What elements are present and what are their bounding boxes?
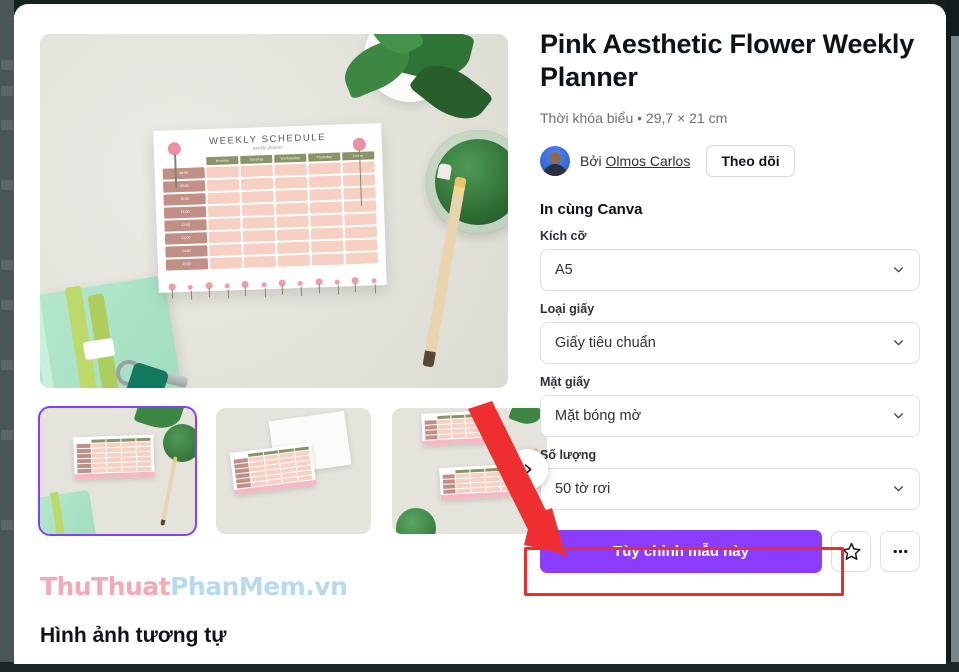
gallery-next-button[interactable]: [507, 449, 548, 490]
planner-sheet: WEEKLY SCHEDULE · weekly planner · Monda…: [153, 123, 387, 293]
chevron-right-icon: [524, 464, 532, 475]
byline-prefix: Bởi: [580, 152, 606, 169]
planner-time-cell: 12:00: [164, 219, 207, 232]
finish-select[interactable]: Mặt bóng mờ: [540, 394, 920, 437]
more-options-button[interactable]: [880, 530, 920, 572]
planner-time-cell: 13:00: [164, 232, 208, 245]
print-section-heading: In cùng Canva: [540, 200, 643, 218]
ellipsis-icon: [893, 549, 907, 554]
planner-time-cell: 11:00: [163, 206, 207, 219]
planner-day-header: Monday: [206, 156, 239, 166]
hero-image[interactable]: WEEKLY SCHEDULE · weekly planner · Monda…: [40, 34, 508, 388]
watermark-part1: ThuThuat: [40, 572, 171, 601]
author-row: Bởi Olmos Carlos Theo dõi: [540, 144, 920, 177]
site-watermark: ThuThuatPhanMem.vn: [40, 572, 348, 601]
paper-type-select-value: Giấy tiêu chuẩn: [555, 334, 656, 351]
thumbnail-planner: [421, 410, 497, 446]
quantity-select[interactable]: 50 tờ rơi: [540, 467, 920, 510]
planner-day-header: Thursday: [308, 152, 341, 162]
size-select[interactable]: A5: [540, 248, 920, 291]
follow-button[interactable]: Theo dõi: [706, 144, 795, 177]
planner-time-cell: 14:00: [165, 245, 208, 258]
thumbnail-1[interactable]: [216, 408, 371, 534]
quantity-select-value: 50 tờ rơi: [555, 480, 611, 497]
size-select-value: A5: [555, 261, 573, 278]
browser-right-chrome: [946, 0, 959, 672]
planner-time-cell: 15:00: [165, 258, 209, 271]
watermark-part2: PhanMem.vn: [170, 572, 348, 601]
product-subtitle: Thời khóa biểu • 29,7 × 21 cm: [540, 109, 728, 126]
customize-template-button[interactable]: Tùy chỉnh mẫu này: [540, 529, 822, 573]
thumbnail-0[interactable]: [38, 406, 197, 536]
browser-left-chrome: [0, 0, 14, 672]
planner-grid: Monday Tuesday Wednesday Thursday Friday…: [162, 151, 378, 271]
thumbnail-planner: [73, 434, 155, 480]
page-title: Pink Aesthetic Flower Weekly Planner: [540, 29, 915, 92]
planner-time-cell: 08:00: [162, 167, 205, 180]
avatar[interactable]: [540, 145, 570, 176]
thumbnail-strip: [38, 406, 548, 538]
chevron-down-icon: [894, 413, 903, 419]
planner-time-cell: 09:00: [163, 180, 206, 193]
planner-time-cell: 10:00: [163, 193, 206, 206]
finish-select-value: Mặt bóng mờ: [555, 407, 642, 424]
product-details-panel: Pink Aesthetic Flower Weekly Planner Thờ…: [540, 28, 920, 573]
field-label-quantity: Số lượng: [540, 447, 597, 462]
chevron-down-icon: [894, 486, 903, 492]
app-window: WEEKLY SCHEDULE · weekly planner · Monda…: [0, 0, 959, 672]
paper-type-select[interactable]: Giấy tiêu chuẩn: [540, 321, 920, 364]
planner-day-header: Tuesday: [240, 154, 273, 165]
similar-images-heading: Hình ảnh tương tự: [40, 624, 227, 647]
chevron-down-icon: [894, 340, 903, 346]
favorite-button[interactable]: [831, 530, 871, 572]
field-label-size: Kích cỡ: [540, 228, 587, 243]
vertical-scrollbar[interactable]: [951, 36, 959, 672]
action-row: Tùy chỉnh mẫu này: [540, 529, 920, 573]
chevron-down-icon: [894, 267, 903, 273]
field-label-finish: Mặt giấy: [540, 374, 591, 389]
product-page-card: WEEKLY SCHEDULE · weekly planner · Monda…: [14, 4, 946, 664]
planner-day-header: Wednesday: [274, 153, 307, 163]
field-label-paper-type: Loại giấy: [540, 301, 595, 316]
author-byline: Bởi Olmos Carlos: [580, 153, 690, 169]
star-icon: [841, 542, 861, 560]
author-link[interactable]: Olmos Carlos: [606, 153, 691, 169]
pencil-eraser: [436, 162, 453, 181]
